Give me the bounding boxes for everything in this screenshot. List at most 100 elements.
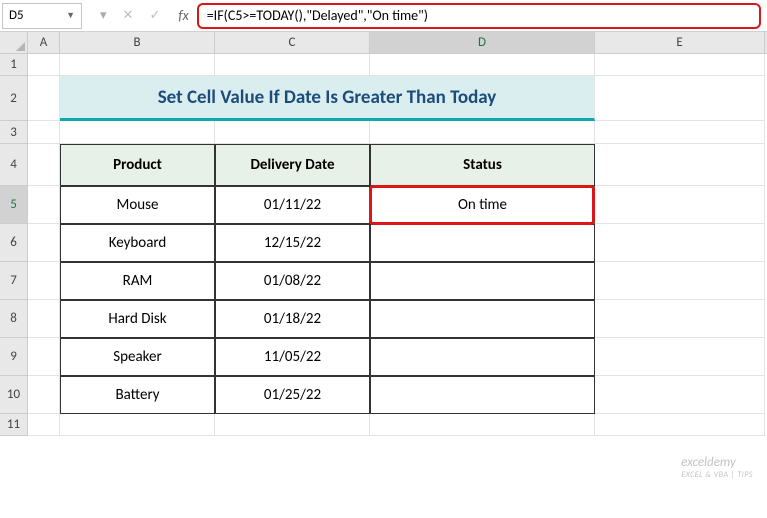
- cell-d5[interactable]: On time: [370, 186, 595, 224]
- header-delivery-date[interactable]: Delivery Date: [215, 144, 370, 186]
- cells-area: Set Cell Value If Date Is Greater Than T…: [28, 54, 765, 436]
- cell-c5[interactable]: 01/11/22: [215, 186, 370, 224]
- title-text: Set Cell Value If Date Is Greater Than T…: [158, 86, 497, 109]
- cell-d8[interactable]: [370, 300, 595, 338]
- formula-input[interactable]: =IF(C5>=TODAY(),"Delayed","On time"): [197, 3, 761, 29]
- header-status-label: Status: [463, 156, 502, 174]
- name-box[interactable]: D5 ▼: [2, 3, 82, 29]
- cell-c3[interactable]: [215, 121, 370, 144]
- col-header-d[interactable]: D: [370, 32, 595, 53]
- cell-b1[interactable]: [60, 54, 215, 76]
- cell-a7[interactable]: [28, 262, 60, 300]
- cell-e11[interactable]: [595, 414, 765, 436]
- row-header-10[interactable]: 10: [0, 376, 28, 414]
- cell-a5[interactable]: [28, 186, 60, 224]
- table-row: 12/15/22: [264, 234, 321, 252]
- row-header-11[interactable]: 11: [0, 414, 28, 436]
- confirm-icon[interactable]: ✓: [149, 8, 160, 23]
- row-header-9[interactable]: 9: [0, 338, 28, 376]
- formula-text: =IF(C5>=TODAY(),"Delayed","On time"): [207, 7, 428, 24]
- cell-e1[interactable]: [595, 54, 765, 76]
- table-row: 11/05/22: [264, 348, 321, 366]
- cell-e8[interactable]: [595, 300, 765, 338]
- cell-e9[interactable]: [595, 338, 765, 376]
- cell-b10[interactable]: Battery: [60, 376, 215, 414]
- table-row: Battery: [115, 386, 159, 404]
- cell-d6[interactable]: [370, 224, 595, 262]
- cell-c8[interactable]: 01/18/22: [215, 300, 370, 338]
- cell-d10[interactable]: [370, 376, 595, 414]
- cell-e3[interactable]: [595, 121, 765, 144]
- row-header-2[interactable]: 2: [0, 76, 28, 121]
- cell-a6[interactable]: [28, 224, 60, 262]
- cell-e5[interactable]: [595, 186, 765, 224]
- fx-label[interactable]: fx: [178, 7, 196, 24]
- col-header-a[interactable]: A: [28, 32, 60, 53]
- cell-c7[interactable]: 01/08/22: [215, 262, 370, 300]
- cell-b3[interactable]: [60, 121, 215, 144]
- table-row: 01/25/22: [264, 386, 321, 404]
- row-header-6[interactable]: 6: [0, 224, 28, 262]
- cell-c11[interactable]: [215, 414, 370, 436]
- table-row: 01/08/22: [264, 272, 321, 290]
- table-row: Keyboard: [109, 234, 167, 252]
- cell-d3[interactable]: [370, 121, 595, 144]
- row-header-1[interactable]: 1: [0, 54, 28, 76]
- row-header-7[interactable]: 7: [0, 262, 28, 300]
- table-row: Hard Disk: [108, 310, 166, 328]
- row-header-4[interactable]: 4: [0, 144, 28, 186]
- cell-a9[interactable]: [28, 338, 60, 376]
- cell-b8[interactable]: Hard Disk: [60, 300, 215, 338]
- header-status[interactable]: Status: [370, 144, 595, 186]
- formula-bar-icons: ▾ ✕ ✓: [82, 8, 178, 23]
- row-header-8[interactable]: 8: [0, 300, 28, 338]
- table-row: On time: [458, 196, 507, 214]
- expand-icon[interactable]: ▾: [100, 8, 107, 23]
- table-row: Mouse: [117, 196, 159, 214]
- header-product-label: Product: [113, 156, 162, 174]
- cell-a1[interactable]: [28, 54, 60, 76]
- watermark-main: exceldemy: [681, 455, 736, 470]
- cell-a8[interactable]: [28, 300, 60, 338]
- cell-a11[interactable]: [28, 414, 60, 436]
- cell-d11[interactable]: [370, 414, 595, 436]
- header-product[interactable]: Product: [60, 144, 215, 186]
- watermark-sub: EXCEL & VBA | TIPS: [681, 470, 753, 480]
- cell-e2[interactable]: [595, 76, 765, 121]
- cell-b9[interactable]: Speaker: [60, 338, 215, 376]
- select-all-button[interactable]: [0, 32, 28, 53]
- col-header-c[interactable]: C: [215, 32, 370, 53]
- cell-d7[interactable]: [370, 262, 595, 300]
- cell-b6[interactable]: Keyboard: [60, 224, 215, 262]
- cell-b11[interactable]: [60, 414, 215, 436]
- col-header-e[interactable]: E: [595, 32, 765, 53]
- cell-a10[interactable]: [28, 376, 60, 414]
- title-cell[interactable]: Set Cell Value If Date Is Greater Than T…: [60, 76, 595, 121]
- cell-a2[interactable]: [28, 76, 60, 121]
- cell-a4[interactable]: [28, 144, 60, 186]
- row-header-3[interactable]: 3: [0, 121, 28, 144]
- cell-b7[interactable]: RAM: [60, 262, 215, 300]
- table-row: 01/11/22: [264, 196, 321, 214]
- cell-a3[interactable]: [28, 121, 60, 144]
- formula-bar: D5 ▼ ▾ ✕ ✓ fx =IF(C5>=TODAY(),"Delayed",…: [0, 0, 767, 32]
- cell-b5[interactable]: Mouse: [60, 186, 215, 224]
- table-row: Speaker: [113, 348, 161, 366]
- cell-d9[interactable]: [370, 338, 595, 376]
- name-box-dropdown-icon[interactable]: ▼: [66, 10, 75, 21]
- cell-e6[interactable]: [595, 224, 765, 262]
- cell-c1[interactable]: [215, 54, 370, 76]
- cancel-icon[interactable]: ✕: [123, 8, 134, 23]
- cell-d1[interactable]: [370, 54, 595, 76]
- cell-c6[interactable]: 12/15/22: [215, 224, 370, 262]
- column-headers: A B C D E: [0, 32, 767, 54]
- cell-e4[interactable]: [595, 144, 765, 186]
- cell-c10[interactable]: 01/25/22: [215, 376, 370, 414]
- col-header-b[interactable]: B: [60, 32, 215, 53]
- table-row: 01/18/22: [264, 310, 321, 328]
- row-header-5[interactable]: 5: [0, 186, 28, 224]
- watermark: exceldemy EXCEL & VBA | TIPS: [681, 454, 753, 480]
- cell-c9[interactable]: 11/05/22: [215, 338, 370, 376]
- cell-e10[interactable]: [595, 376, 765, 414]
- cell-e7[interactable]: [595, 262, 765, 300]
